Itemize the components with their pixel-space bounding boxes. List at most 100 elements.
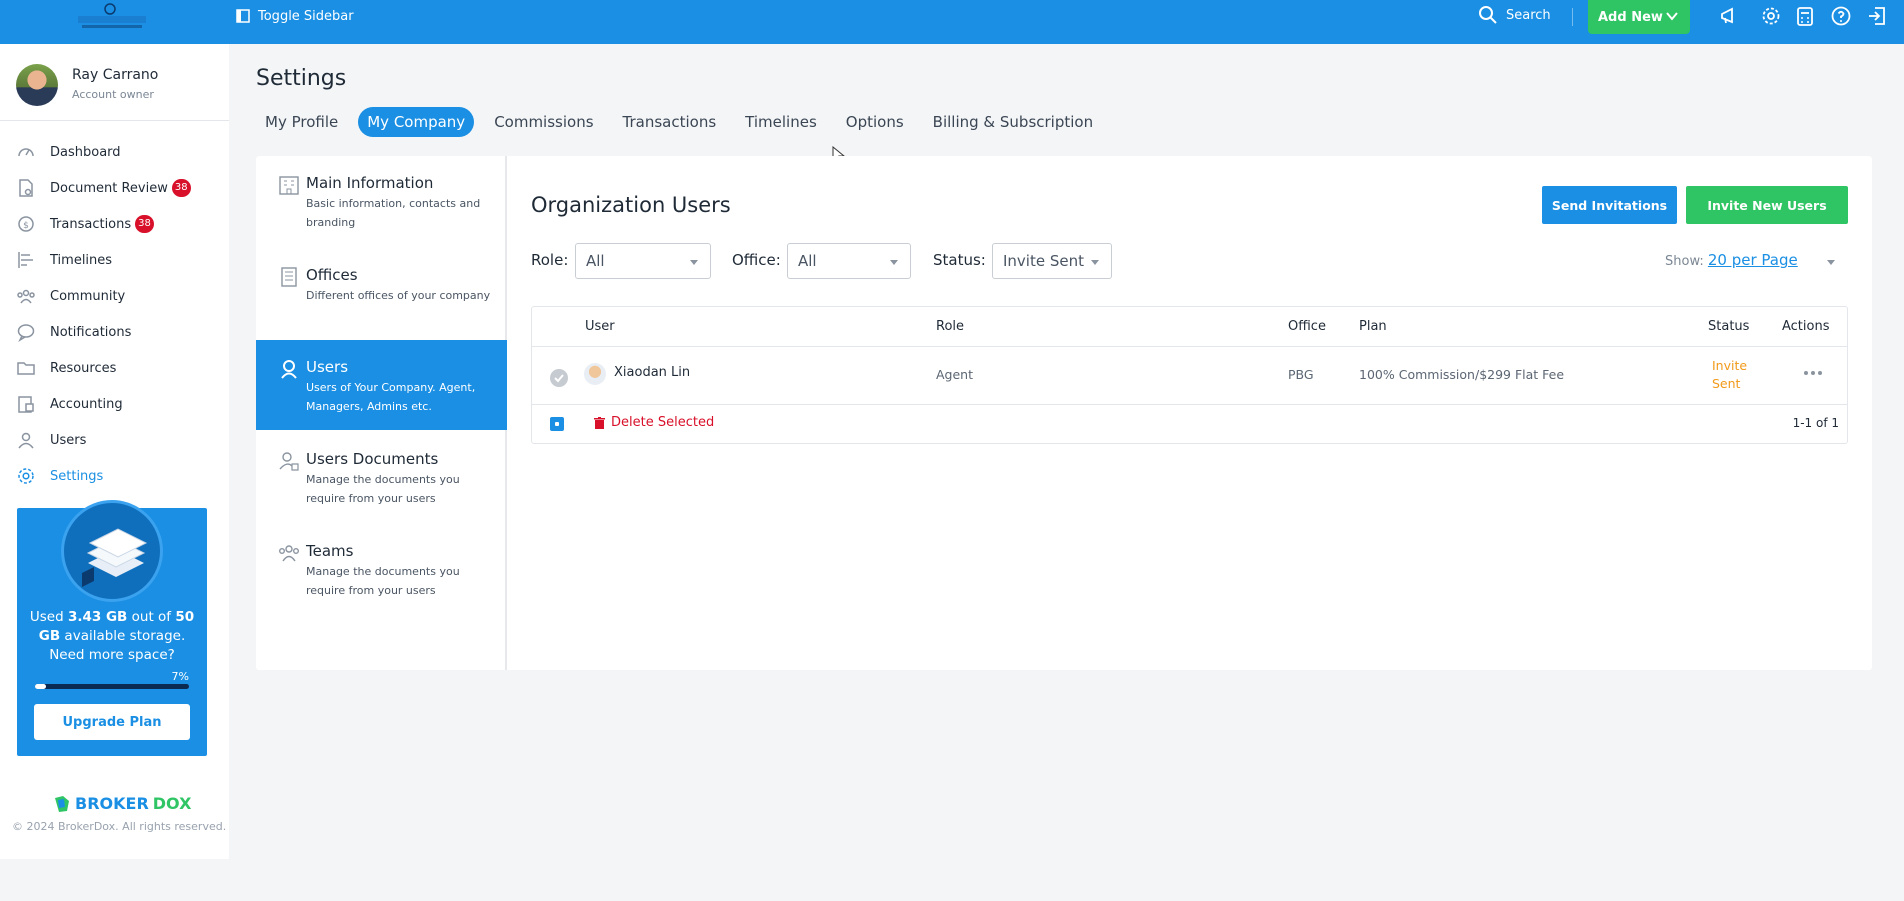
invite-new-users-button[interactable]: Invite New Users [1686,186,1848,224]
sidebar-item-users[interactable]: Users [0,422,229,458]
subnav-main-information[interactable]: Main Information Basic information, cont… [256,156,507,246]
add-new-label: Add New [1598,9,1663,25]
page-size-select[interactable]: 20 per Page [1708,251,1798,269]
trash-icon [594,416,605,429]
sidebar-item-transactions[interactable]: $ Transactions 38 [0,206,229,242]
gear-icon[interactable] [1760,5,1782,27]
subnav-teams[interactable]: Teams Manage the documents you require f… [256,524,507,614]
table-row[interactable]: Xiaodan Lin Agent PBG 100% Commission/$2… [532,347,1847,405]
tab-timelines[interactable]: Timelines [736,107,826,137]
organization-users-title: Organization Users [531,193,731,217]
subnav-description: Basic information, contacts and branding [306,197,481,229]
sidebar-item-accounting[interactable]: Accounting [0,386,229,422]
subnav-users-documents[interactable]: Users Documents Manage the documents you… [256,432,507,522]
help-icon[interactable] [1830,5,1852,27]
storage-used: 3.43 GB [67,609,128,625]
page-title: Settings [256,66,347,91]
search-button[interactable]: Search [1478,4,1551,26]
sidebar-item-settings[interactable]: Settings [0,458,229,494]
status-filter-select[interactable]: Invite Sent [992,243,1112,279]
cell-office: PBG [1288,367,1314,382]
storage-text: Used 3.43 GB out of 50 GB available stor… [25,608,199,665]
accounting-icon [18,396,34,413]
company-subnav: Main Information Basic information, cont… [256,156,507,670]
subnav-description: Users of Your Company. Agent, Managers, … [306,381,476,413]
sidebar-item-notifications[interactable]: Notifications [0,314,229,350]
sidebar: Ray Carrano Account owner Dashboard Docu… [0,44,229,859]
brokerdox-logo[interactable]: BROKER DOX [53,794,191,813]
sidebar-item-resources[interactable]: Resources [0,350,229,386]
topbar-divider [1572,8,1573,26]
tab-transactions[interactable]: Transactions [614,107,726,137]
profile-role: Account owner [72,88,154,101]
column-header-actions: Actions [1782,319,1830,334]
sidebar-nav: Dashboard Document Review 38 $ Transacti… [0,134,229,494]
tab-commissions[interactable]: Commissions [485,107,602,137]
sidebar-item-dashboard[interactable]: Dashboard [0,134,229,170]
sidebar-item-label: Resources [50,360,117,376]
select-all-checkbox[interactable] [550,417,564,431]
timelines-icon [18,252,33,268]
sidebar-item-timelines[interactable]: Timelines [0,242,229,278]
delete-selected-label: Delete Selected [611,415,715,430]
subnav-title: Offices [306,266,358,284]
column-header-user[interactable]: User [585,319,615,334]
subnav-title: Main Information [306,174,434,192]
megaphone-icon[interactable] [1718,5,1740,27]
add-new-button[interactable]: Add New [1588,0,1690,34]
document-review-icon [19,179,33,197]
column-header-role[interactable]: Role [936,319,964,334]
subnav-title: Users [306,358,349,376]
company-logo[interactable] [72,2,152,34]
column-header-status[interactable]: Status [1708,319,1749,334]
subnav-users[interactable]: Users Users of Your Company. Agent, Mana… [256,340,507,430]
tab-my-profile[interactable]: My Profile [256,107,347,137]
brand-part2: DOX [152,794,192,813]
sidebar-item-label: Timelines [50,252,113,268]
caret-down-icon[interactable] [1827,260,1835,265]
check-icon [554,374,564,383]
subnav-offices[interactable]: Offices Different offices of your compan… [256,248,507,338]
copyright: © 2024 BrokerDox. All rights reserved. [12,820,227,833]
sidebar-item-community[interactable]: Community [0,278,229,314]
role-filter-select[interactable]: All [575,243,711,279]
column-header-office[interactable]: Office [1288,319,1326,334]
column-header-plan[interactable]: Plan [1359,319,1387,334]
cell-user[interactable]: Xiaodan Lin [614,365,690,380]
caret-down-icon [890,260,898,265]
tab-options[interactable]: Options [837,107,913,137]
tab-my-company[interactable]: My Company [358,107,475,137]
delete-selected-button[interactable]: Delete Selected [594,415,714,430]
sidebar-item-label: Transactions [50,216,132,232]
table-header: User Role Office Plan Status Actions [532,307,1847,347]
chevron-down-icon [1666,12,1678,21]
calculator-icon[interactable] [1794,5,1816,27]
user-profile[interactable]: Ray Carrano Account owner [16,64,216,108]
office-filter-select[interactable]: All [787,243,911,279]
documents-stack-icon [82,528,148,587]
sidebar-icon [236,9,250,23]
sidebar-item-document-review[interactable]: Document Review 38 [0,170,229,206]
sidebar-item-label: Settings [50,468,104,484]
toggle-sidebar-label: Toggle Sidebar [258,8,354,24]
building-icon [279,176,299,195]
svg-text:$: $ [23,221,29,231]
role-filter-label: Role: [531,251,569,269]
send-invitations-button[interactable]: Send Invitations [1542,186,1677,224]
top-bar: Toggle Sidebar Search Add New [0,0,1904,44]
status-filter-label: Status: [933,251,986,269]
folder-icon [17,362,35,375]
toggle-sidebar-button[interactable]: Toggle Sidebar [236,6,354,26]
cell-role: Agent [936,367,973,382]
sidebar-item-label: Users [50,432,87,448]
tab-billing-subscription[interactable]: Billing & Subscription [924,107,1102,137]
row-checkbox[interactable] [550,369,568,387]
users-table: User Role Office Plan Status Actions Xia… [531,306,1848,444]
upgrade-plan-button[interactable]: Upgrade Plan [34,704,190,740]
brokerdox-mark-icon [55,795,69,812]
caret-down-icon [1091,260,1099,265]
sidebar-item-label: Notifications [50,324,132,340]
more-actions-icon[interactable] [1804,371,1822,375]
logout-icon[interactable] [1866,5,1888,27]
subnav-description: Different offices of your company [306,289,491,302]
